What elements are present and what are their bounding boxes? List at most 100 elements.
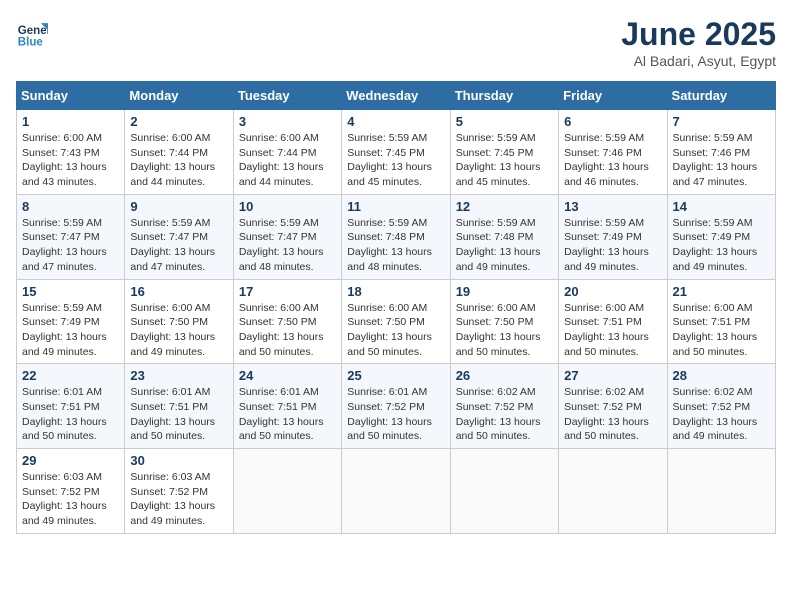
day-number: 9: [130, 199, 227, 214]
day-info: Sunrise: 5:59 AM Sunset: 7:47 PM Dayligh…: [22, 216, 119, 275]
day-info: Sunrise: 5:59 AM Sunset: 7:48 PM Dayligh…: [456, 216, 553, 275]
day-number: 14: [673, 199, 770, 214]
day-info: Sunrise: 6:00 AM Sunset: 7:43 PM Dayligh…: [22, 131, 119, 190]
day-number: 8: [22, 199, 119, 214]
day-number: 18: [347, 284, 444, 299]
calendar-cell: 2 Sunrise: 6:00 AM Sunset: 7:44 PM Dayli…: [125, 110, 233, 195]
logo-icon: General Blue: [16, 16, 48, 48]
day-info: Sunrise: 6:00 AM Sunset: 7:50 PM Dayligh…: [130, 301, 227, 360]
calendar-cell: 9 Sunrise: 5:59 AM Sunset: 7:47 PM Dayli…: [125, 194, 233, 279]
calendar-cell: 17 Sunrise: 6:00 AM Sunset: 7:50 PM Dayl…: [233, 279, 341, 364]
calendar-cell: 25 Sunrise: 6:01 AM Sunset: 7:52 PM Dayl…: [342, 364, 450, 449]
day-info: Sunrise: 6:01 AM Sunset: 7:51 PM Dayligh…: [22, 385, 119, 444]
day-info: Sunrise: 6:02 AM Sunset: 7:52 PM Dayligh…: [673, 385, 770, 444]
day-info: Sunrise: 6:00 AM Sunset: 7:50 PM Dayligh…: [456, 301, 553, 360]
day-number: 11: [347, 199, 444, 214]
day-number: 29: [22, 453, 119, 468]
svg-text:General: General: [18, 25, 48, 37]
calendar-cell: 29 Sunrise: 6:03 AM Sunset: 7:52 PM Dayl…: [17, 449, 125, 534]
calendar-cell: 1 Sunrise: 6:00 AM Sunset: 7:43 PM Dayli…: [17, 110, 125, 195]
calendar-cell: 23 Sunrise: 6:01 AM Sunset: 7:51 PM Dayl…: [125, 364, 233, 449]
calendar-cell: [559, 449, 667, 534]
calendar-cell: [233, 449, 341, 534]
day-info: Sunrise: 5:59 AM Sunset: 7:48 PM Dayligh…: [347, 216, 444, 275]
day-number: 27: [564, 368, 661, 383]
day-info: Sunrise: 5:59 AM Sunset: 7:45 PM Dayligh…: [347, 131, 444, 190]
calendar-cell: 28 Sunrise: 6:02 AM Sunset: 7:52 PM Dayl…: [667, 364, 775, 449]
day-number: 16: [130, 284, 227, 299]
day-number: 4: [347, 114, 444, 129]
day-info: Sunrise: 5:59 AM Sunset: 7:45 PM Dayligh…: [456, 131, 553, 190]
day-number: 5: [456, 114, 553, 129]
day-info: Sunrise: 5:59 AM Sunset: 7:49 PM Dayligh…: [564, 216, 661, 275]
day-number: 20: [564, 284, 661, 299]
day-info: Sunrise: 5:59 AM Sunset: 7:46 PM Dayligh…: [673, 131, 770, 190]
calendar-cell: 30 Sunrise: 6:03 AM Sunset: 7:52 PM Dayl…: [125, 449, 233, 534]
weekday-header-wednesday: Wednesday: [342, 82, 450, 110]
day-number: 1: [22, 114, 119, 129]
weekday-header-monday: Monday: [125, 82, 233, 110]
calendar-cell: 21 Sunrise: 6:00 AM Sunset: 7:51 PM Dayl…: [667, 279, 775, 364]
calendar-cell: 22 Sunrise: 6:01 AM Sunset: 7:51 PM Dayl…: [17, 364, 125, 449]
day-number: 12: [456, 199, 553, 214]
day-number: 24: [239, 368, 336, 383]
title-block: June 2025 Al Badari, Asyut, Egypt: [621, 16, 776, 69]
month-title: June 2025: [621, 16, 776, 53]
day-info: Sunrise: 5:59 AM Sunset: 7:47 PM Dayligh…: [239, 216, 336, 275]
page-header: General Blue June 2025 Al Badari, Asyut,…: [16, 16, 776, 69]
logo: General Blue: [16, 16, 48, 48]
calendar-cell: 15 Sunrise: 5:59 AM Sunset: 7:49 PM Dayl…: [17, 279, 125, 364]
day-info: Sunrise: 6:00 AM Sunset: 7:50 PM Dayligh…: [239, 301, 336, 360]
calendar-cell: 20 Sunrise: 6:00 AM Sunset: 7:51 PM Dayl…: [559, 279, 667, 364]
day-number: 17: [239, 284, 336, 299]
calendar-cell: 12 Sunrise: 5:59 AM Sunset: 7:48 PM Dayl…: [450, 194, 558, 279]
day-number: 13: [564, 199, 661, 214]
day-number: 2: [130, 114, 227, 129]
day-number: 21: [673, 284, 770, 299]
day-info: Sunrise: 6:01 AM Sunset: 7:51 PM Dayligh…: [130, 385, 227, 444]
day-info: Sunrise: 6:02 AM Sunset: 7:52 PM Dayligh…: [564, 385, 661, 444]
calendar-cell: 8 Sunrise: 5:59 AM Sunset: 7:47 PM Dayli…: [17, 194, 125, 279]
day-number: 6: [564, 114, 661, 129]
calendar-cell: 3 Sunrise: 6:00 AM Sunset: 7:44 PM Dayli…: [233, 110, 341, 195]
day-info: Sunrise: 6:03 AM Sunset: 7:52 PM Dayligh…: [130, 470, 227, 529]
calendar-cell: 26 Sunrise: 6:02 AM Sunset: 7:52 PM Dayl…: [450, 364, 558, 449]
day-info: Sunrise: 6:03 AM Sunset: 7:52 PM Dayligh…: [22, 470, 119, 529]
day-number: 7: [673, 114, 770, 129]
day-number: 30: [130, 453, 227, 468]
day-info: Sunrise: 5:59 AM Sunset: 7:49 PM Dayligh…: [22, 301, 119, 360]
calendar-cell: 5 Sunrise: 5:59 AM Sunset: 7:45 PM Dayli…: [450, 110, 558, 195]
calendar-cell: 10 Sunrise: 5:59 AM Sunset: 7:47 PM Dayl…: [233, 194, 341, 279]
calendar-cell: 27 Sunrise: 6:02 AM Sunset: 7:52 PM Dayl…: [559, 364, 667, 449]
calendar-cell: 24 Sunrise: 6:01 AM Sunset: 7:51 PM Dayl…: [233, 364, 341, 449]
calendar-cell: 6 Sunrise: 5:59 AM Sunset: 7:46 PM Dayli…: [559, 110, 667, 195]
calendar-cell: [342, 449, 450, 534]
day-number: 15: [22, 284, 119, 299]
svg-text:Blue: Blue: [18, 36, 44, 48]
weekday-header-saturday: Saturday: [667, 82, 775, 110]
weekday-header-thursday: Thursday: [450, 82, 558, 110]
location: Al Badari, Asyut, Egypt: [621, 53, 776, 69]
day-info: Sunrise: 5:59 AM Sunset: 7:47 PM Dayligh…: [130, 216, 227, 275]
weekday-header-tuesday: Tuesday: [233, 82, 341, 110]
day-number: 23: [130, 368, 227, 383]
calendar-table: SundayMondayTuesdayWednesdayThursdayFrid…: [16, 81, 776, 534]
calendar-cell: 18 Sunrise: 6:00 AM Sunset: 7:50 PM Dayl…: [342, 279, 450, 364]
weekday-header-sunday: Sunday: [17, 82, 125, 110]
calendar-cell: [667, 449, 775, 534]
day-number: 22: [22, 368, 119, 383]
day-info: Sunrise: 6:01 AM Sunset: 7:51 PM Dayligh…: [239, 385, 336, 444]
day-number: 19: [456, 284, 553, 299]
calendar-cell: 19 Sunrise: 6:00 AM Sunset: 7:50 PM Dayl…: [450, 279, 558, 364]
day-info: Sunrise: 5:59 AM Sunset: 7:46 PM Dayligh…: [564, 131, 661, 190]
calendar-cell: 14 Sunrise: 5:59 AM Sunset: 7:49 PM Dayl…: [667, 194, 775, 279]
day-info: Sunrise: 6:00 AM Sunset: 7:51 PM Dayligh…: [673, 301, 770, 360]
day-number: 26: [456, 368, 553, 383]
day-info: Sunrise: 6:01 AM Sunset: 7:52 PM Dayligh…: [347, 385, 444, 444]
day-info: Sunrise: 5:59 AM Sunset: 7:49 PM Dayligh…: [673, 216, 770, 275]
day-number: 10: [239, 199, 336, 214]
day-number: 25: [347, 368, 444, 383]
day-info: Sunrise: 6:00 AM Sunset: 7:51 PM Dayligh…: [564, 301, 661, 360]
day-info: Sunrise: 6:00 AM Sunset: 7:50 PM Dayligh…: [347, 301, 444, 360]
day-info: Sunrise: 6:02 AM Sunset: 7:52 PM Dayligh…: [456, 385, 553, 444]
